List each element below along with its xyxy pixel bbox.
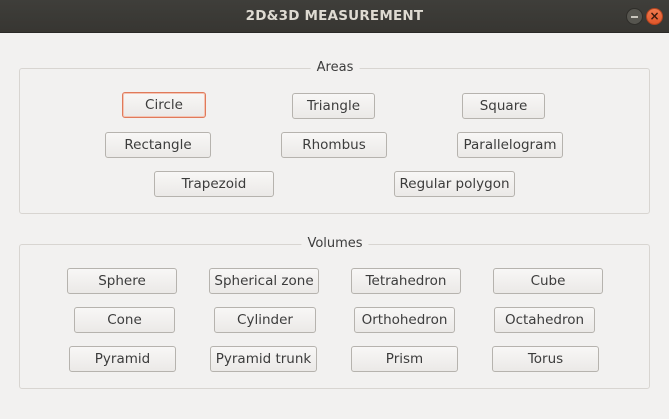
- rhombus-button[interactable]: Rhombus: [281, 132, 387, 158]
- cylinder-button[interactable]: Cylinder: [214, 307, 316, 333]
- volumes-frame-label: Volumes: [301, 236, 369, 251]
- minimize-icon: [631, 16, 638, 18]
- cube-button[interactable]: Cube: [493, 268, 603, 294]
- sphere-button[interactable]: Sphere: [67, 268, 177, 294]
- tetrahedron-button[interactable]: Tetrahedron: [351, 268, 461, 294]
- torus-button[interactable]: Torus: [492, 346, 599, 372]
- prism-button[interactable]: Prism: [351, 346, 458, 372]
- trapezoid-button[interactable]: Trapezoid: [154, 171, 274, 197]
- minimize-button[interactable]: [626, 8, 643, 25]
- app-window: 2D&3D MEASUREMENT × Areas Circle Triangl…: [0, 0, 669, 419]
- close-button[interactable]: ×: [646, 8, 663, 25]
- triangle-button[interactable]: Triangle: [292, 93, 375, 119]
- orthohedron-button[interactable]: Orthohedron: [354, 307, 455, 333]
- regular-polygon-button[interactable]: Regular polygon: [394, 171, 515, 197]
- rectangle-button[interactable]: Rectangle: [105, 132, 211, 158]
- spherical-zone-button[interactable]: Spherical zone: [209, 268, 319, 294]
- circle-button[interactable]: Circle: [122, 92, 206, 118]
- octahedron-button[interactable]: Octahedron: [494, 307, 595, 333]
- square-button[interactable]: Square: [462, 93, 545, 119]
- close-icon: ×: [649, 9, 660, 23]
- parallelogram-button[interactable]: Parallelogram: [457, 132, 563, 158]
- cone-button[interactable]: Cone: [74, 307, 175, 333]
- pyramid-button[interactable]: Pyramid: [69, 346, 176, 372]
- pyramid-trunk-button[interactable]: Pyramid trunk: [210, 346, 317, 372]
- window-title: 2D&3D MEASUREMENT: [245, 8, 424, 24]
- title-bar[interactable]: 2D&3D MEASUREMENT ×: [0, 0, 669, 33]
- areas-frame-label: Areas: [310, 60, 360, 75]
